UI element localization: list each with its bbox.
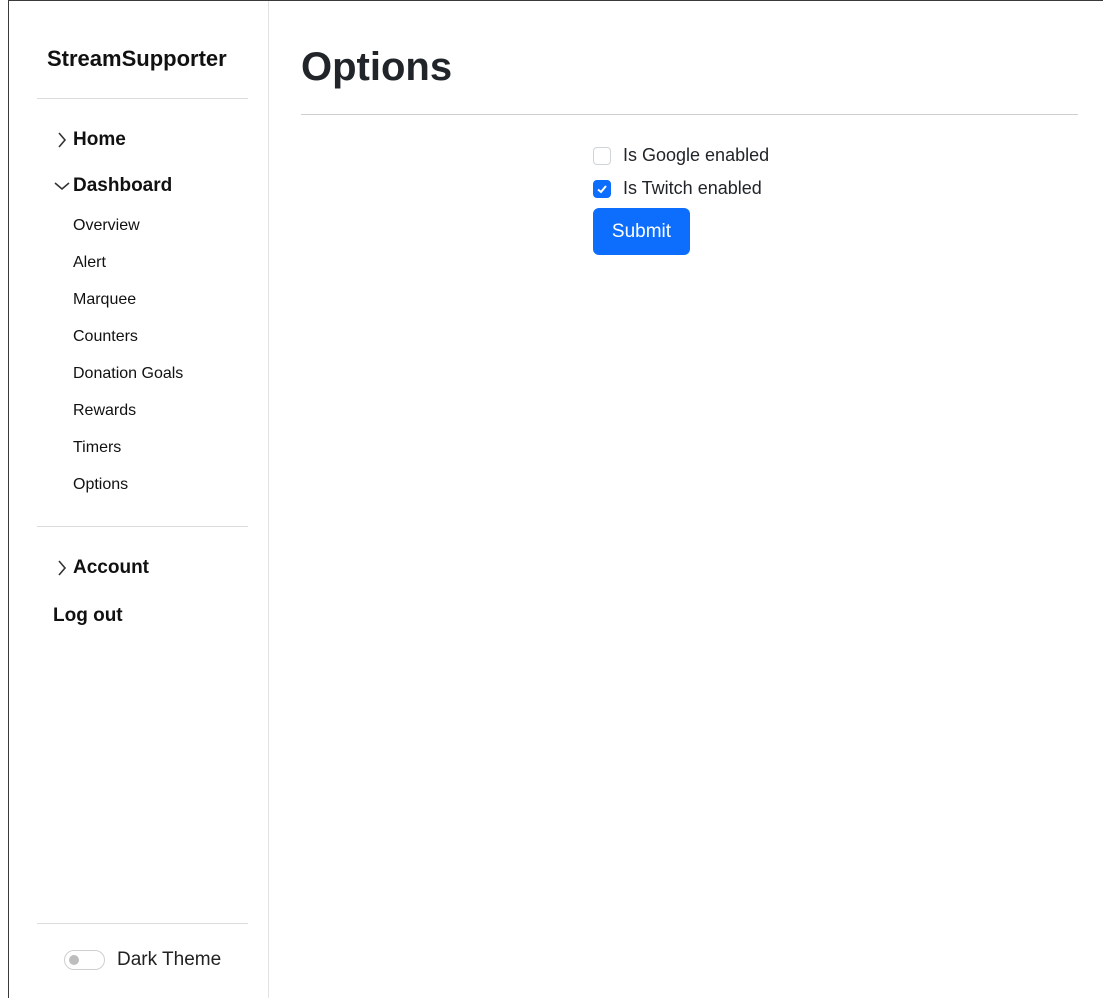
sidebar-divider xyxy=(37,98,248,99)
sidebar-item-account[interactable]: Account xyxy=(53,557,149,579)
brand-title[interactable]: StreamSupporter xyxy=(47,46,227,72)
page-title: Options xyxy=(301,45,453,89)
sidebar-item-options[interactable]: Options xyxy=(73,474,183,511)
title-divider xyxy=(301,114,1078,115)
dark-theme-label: Dark Theme xyxy=(117,949,222,970)
chevron-down-icon xyxy=(53,181,71,191)
sidebar-item-label: Account xyxy=(73,557,149,578)
google-enabled-checkbox[interactable] xyxy=(593,146,611,165)
logout-link[interactable]: Log out xyxy=(53,605,123,627)
dashboard-submenu: Overview Alert Marquee Counters Donation… xyxy=(73,215,183,511)
sidebar-item-label: Home xyxy=(73,129,126,150)
google-enabled-option[interactable]: Is Google enabled xyxy=(593,139,769,172)
sidebar-item-marquee[interactable]: Marquee xyxy=(73,289,183,326)
sidebar-item-alert[interactable]: Alert xyxy=(73,252,183,289)
options-form: Is Google enabled Is Twitch enabled Subm… xyxy=(593,139,769,255)
google-enabled-label: Is Google enabled xyxy=(623,145,770,165)
sidebar-divider xyxy=(37,923,248,924)
twitch-enabled-checkbox[interactable] xyxy=(593,179,611,198)
app-window: StreamSupporter Home Dashboard Overview … xyxy=(8,0,1103,998)
sidebar-item-label: Dashboard xyxy=(73,175,173,196)
dark-theme-switch: Dark Theme xyxy=(64,949,221,971)
sidebar-item-rewards[interactable]: Rewards xyxy=(73,400,183,437)
dark-theme-toggle[interactable] xyxy=(64,950,105,970)
sidebar-item-timers[interactable]: Timers xyxy=(73,437,183,474)
sidebar-item-counters[interactable]: Counters xyxy=(73,326,183,363)
twitch-enabled-label: Is Twitch enabled xyxy=(623,178,762,198)
toggle-knob xyxy=(69,955,79,965)
submit-button[interactable]: Submit xyxy=(593,208,690,255)
check-icon xyxy=(597,184,607,193)
twitch-enabled-option[interactable]: Is Twitch enabled xyxy=(593,172,769,205)
sidebar-divider xyxy=(37,526,248,527)
sidebar: StreamSupporter Home Dashboard Overview … xyxy=(9,1,269,998)
sidebar-item-donation-goals[interactable]: Donation Goals xyxy=(73,363,183,400)
chevron-right-icon xyxy=(53,560,71,576)
sidebar-item-overview[interactable]: Overview xyxy=(73,215,183,252)
chevron-right-icon xyxy=(53,132,71,148)
sidebar-item-home[interactable]: Home xyxy=(53,129,126,151)
sidebar-item-dashboard[interactable]: Dashboard xyxy=(53,175,172,197)
